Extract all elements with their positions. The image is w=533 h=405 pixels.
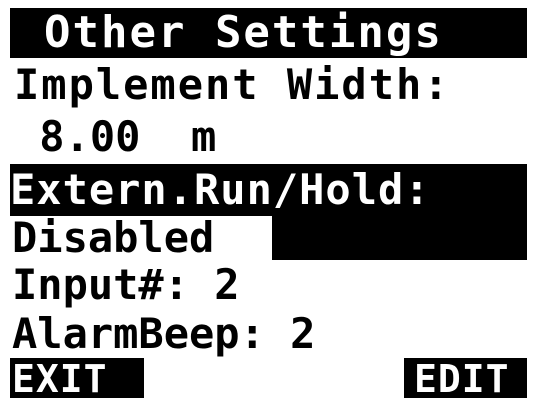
edit-softkey[interactable]: EDIT (404, 358, 527, 398)
extern-run-hold-row[interactable]: Disabled (10, 216, 527, 260)
softkey-bar: EXIT EDIT (10, 358, 527, 398)
alarm-beep-setting[interactable]: AlarmBeep: 2 (10, 310, 527, 358)
screen-title: Other Settings (10, 8, 527, 58)
implement-width-value[interactable]: 8.00 m (10, 112, 527, 164)
extern-run-hold-value[interactable]: Disabled (10, 216, 272, 260)
implement-width-label: Implement Width: (10, 58, 527, 112)
lcd-screen: Other Settings Implement Width: 8.00 m E… (10, 8, 527, 398)
input-number-setting[interactable]: Input#: 2 (10, 260, 527, 310)
extern-run-hold-label: Extern.Run/Hold: (10, 164, 527, 216)
exit-softkey[interactable]: EXIT (10, 358, 144, 398)
